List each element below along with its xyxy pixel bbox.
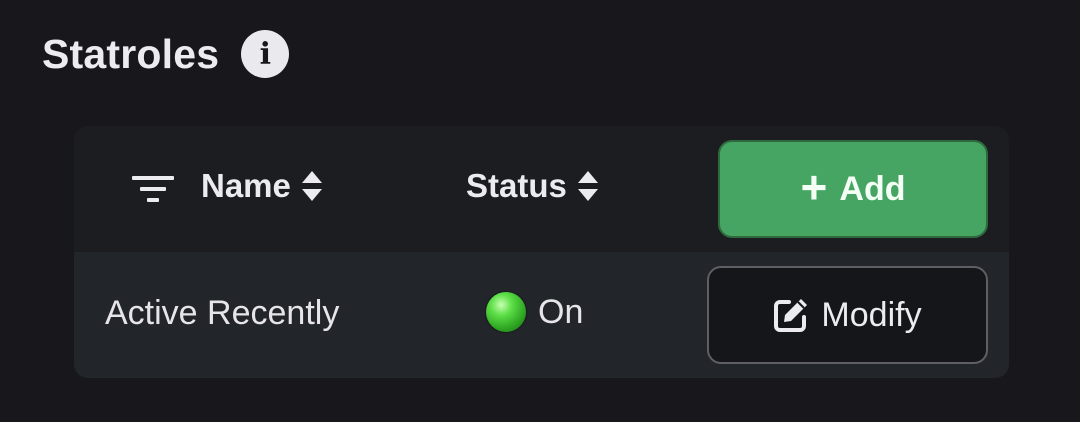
add-button-label: Add: [839, 169, 906, 208]
table-header-row: Name Status + Add: [74, 126, 1009, 252]
page-header: Statroles i: [42, 30, 290, 78]
modify-button-label: Modify: [821, 295, 922, 334]
add-button[interactable]: + Add: [718, 140, 988, 238]
row-status-cell: On: [486, 292, 583, 332]
table-row: Active Recently On Modify: [74, 252, 1009, 378]
filter-icon[interactable]: [132, 174, 174, 204]
sort-icon: [301, 171, 322, 201]
column-header-status[interactable]: Status: [466, 167, 599, 205]
column-header-status-label: Status: [466, 167, 567, 204]
row-status-label: On: [538, 292, 584, 331]
sort-icon: [577, 171, 598, 201]
statroles-table: Name Status + Add Active Recently On Mod…: [74, 126, 1009, 378]
modify-button[interactable]: Modify: [707, 266, 988, 364]
status-indicator-icon: [486, 292, 526, 332]
edit-icon: [774, 299, 808, 332]
row-name-cell: Active Recently: [105, 294, 340, 332]
plus-icon: +: [800, 161, 828, 213]
page-title: Statroles: [42, 30, 220, 77]
info-icon[interactable]: i: [241, 30, 290, 78]
column-header-name-label: Name: [201, 167, 291, 204]
column-header-name[interactable]: Name: [201, 167, 323, 205]
